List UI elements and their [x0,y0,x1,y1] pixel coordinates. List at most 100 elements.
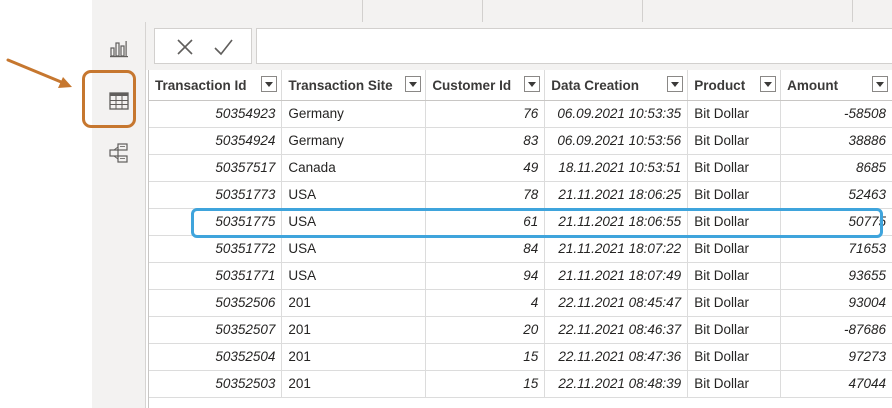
table-cell[interactable]: Germany [281,127,427,155]
table-cell[interactable]: 18.11.2021 10:53:51 [544,154,689,182]
table-cell[interactable]: 78 [425,181,546,209]
table-cell[interactable]: 50351773 [149,181,283,209]
table-cell[interactable]: 83 [425,127,546,155]
column-header[interactable]: Amount [780,70,892,101]
table-cell[interactable]: 50352507 [149,316,283,344]
table-cell[interactable]: 50352506 [149,289,283,317]
table-cell[interactable]: 94 [425,262,546,290]
data-table: Transaction Id Transaction Site Customer I… [149,70,892,398]
table-cell[interactable]: 15 [425,370,546,398]
table-cell[interactable]: Bit Dollar [687,289,782,317]
table-cell[interactable]: 06.09.2021 10:53:56 [544,127,689,155]
filter-dropdown-icon[interactable] [261,76,278,92]
table-row[interactable]: 50351773 USA 78 21.11.2021 18:06:25 Bit Doll… [149,181,892,209]
table-cell[interactable]: USA [281,235,427,263]
table-cell[interactable]: 201 [281,289,427,317]
model-view-icon[interactable] [108,142,130,164]
filter-dropdown-icon[interactable] [872,76,888,92]
table-cell[interactable]: 4 [425,289,546,317]
table-cell[interactable]: 93004 [780,289,892,317]
filter-dropdown-icon[interactable] [524,76,541,92]
table-cell[interactable]: USA [281,181,427,209]
table-cell[interactable]: 201 [281,316,427,344]
table-cell[interactable]: 50357517 [149,154,283,182]
table-cell[interactable]: 20 [425,316,546,344]
table-cell[interactable]: 50351775 [149,208,283,236]
table-cell[interactable]: 201 [281,370,427,398]
table-cell[interactable]: 49 [425,154,546,182]
filter-dropdown-icon[interactable] [667,76,684,92]
table-cell[interactable]: 38886 [780,127,892,155]
table-row[interactable]: 50351772 USA 84 21.11.2021 18:07:22 Bit Doll… [149,235,892,263]
table-cell[interactable]: 47044 [780,370,892,398]
column-header[interactable]: Data Creation [544,70,689,101]
table-cell[interactable]: 21.11.2021 18:07:49 [544,262,689,290]
table-cell[interactable]: Germany [281,100,427,128]
table-cell[interactable]: 8685 [780,154,892,182]
table-cell[interactable]: Bit Dollar [687,100,782,128]
column-header[interactable]: Customer Id [425,70,546,101]
table-cell[interactable]: 84 [425,235,546,263]
table-cell[interactable]: USA [281,208,427,236]
table-row[interactable]: 50352504 201 15 22.11.2021 08:47:36 Bit Doll… [149,343,892,371]
column-header-label: Data Creation [551,77,639,93]
table-row[interactable]: 50351771 USA 94 21.11.2021 18:07:49 Bit Doll… [149,262,892,290]
table-row[interactable]: 50352503 201 15 22.11.2021 08:48:39 Bit Doll… [149,370,892,398]
table-cell[interactable]: 06.09.2021 10:53:35 [544,100,689,128]
table-cell[interactable]: -58508 [780,100,892,128]
table-cell[interactable]: 15 [425,343,546,371]
column-header[interactable]: Transaction Site [281,70,427,101]
table-cell[interactable]: 50354923 [149,100,283,128]
column-header-label: Amount [787,77,839,93]
checkmark-icon[interactable] [213,37,233,57]
table-cell[interactable]: 201 [281,343,427,371]
table-cell[interactable]: Bit Dollar [687,235,782,263]
table-cell[interactable]: Bit Dollar [687,343,782,371]
table-cell[interactable]: Bit Dollar [687,316,782,344]
table-cell[interactable]: 97273 [780,343,892,371]
table-cell[interactable]: 22.11.2021 08:48:39 [544,370,689,398]
table-cell[interactable]: 22.11.2021 08:47:36 [544,343,689,371]
table-cell[interactable]: 50354924 [149,127,283,155]
filter-dropdown-icon[interactable] [760,76,777,92]
table-row[interactable]: 50352507 201 20 22.11.2021 08:46:37 Bit Doll… [149,316,892,344]
table-cell[interactable]: 52463 [780,181,892,209]
formula-input[interactable] [256,28,892,64]
table-cell[interactable]: -87686 [780,316,892,344]
formula-bar-buttons [154,28,252,64]
column-header[interactable]: Transaction Id [149,70,283,101]
table-row[interactable]: 50354923 Germany 76 06.09.2021 10:53:35 Bit … [149,100,892,128]
table-cell[interactable]: 21.11.2021 18:06:25 [544,181,689,209]
table-cell[interactable]: USA [281,262,427,290]
table-cell[interactable]: 22.11.2021 08:45:47 [544,289,689,317]
table-cell[interactable]: 50351771 [149,262,283,290]
table-row[interactable]: 50354924 Germany 83 06.09.2021 10:53:56 Bit … [149,127,892,155]
table-cell[interactable]: 76 [425,100,546,128]
table-cell[interactable]: 61 [425,208,546,236]
table-cell[interactable]: 21.11.2021 18:06:55 [544,208,689,236]
table-cell[interactable]: Bit Dollar [687,370,782,398]
table-cell[interactable]: Bit Dollar [687,127,782,155]
table-cell[interactable]: 50775 [780,208,892,236]
table-cell[interactable]: 50352503 [149,370,283,398]
table-row[interactable]: 50357517 Canada 49 18.11.2021 10:53:51 Bit D… [149,154,892,182]
report-view-icon[interactable] [108,38,130,60]
table-cell[interactable]: 22.11.2021 08:46:37 [544,316,689,344]
table-cell[interactable]: 50352504 [149,343,283,371]
close-icon[interactable] [175,37,195,57]
table-cell[interactable]: Bit Dollar [687,181,782,209]
table-cell[interactable]: 71653 [780,235,892,263]
table-cell[interactable]: 93655 [780,262,892,290]
table-cell[interactable]: 21.11.2021 18:07:22 [544,235,689,263]
table-cell[interactable]: Bit Dollar [687,154,782,182]
column-header[interactable]: Product [687,70,782,101]
data-grid: Transaction Id Transaction Site Customer I… [148,70,892,408]
table-cell[interactable]: Bit Dollar [687,262,782,290]
table-row[interactable]: 50352506 201 4 22.11.2021 08:45:47 Bit Dolla… [149,289,892,317]
table-row[interactable]: 50351775 USA 61 21.11.2021 18:06:55 Bit Doll… [149,208,892,236]
table-cell[interactable]: 50351772 [149,235,283,263]
table-cell[interactable]: Bit Dollar [687,208,782,236]
filter-dropdown-icon[interactable] [405,76,422,92]
header-row: Transaction Id Transaction Site Customer I… [149,70,892,101]
table-cell[interactable]: Canada [281,154,427,182]
